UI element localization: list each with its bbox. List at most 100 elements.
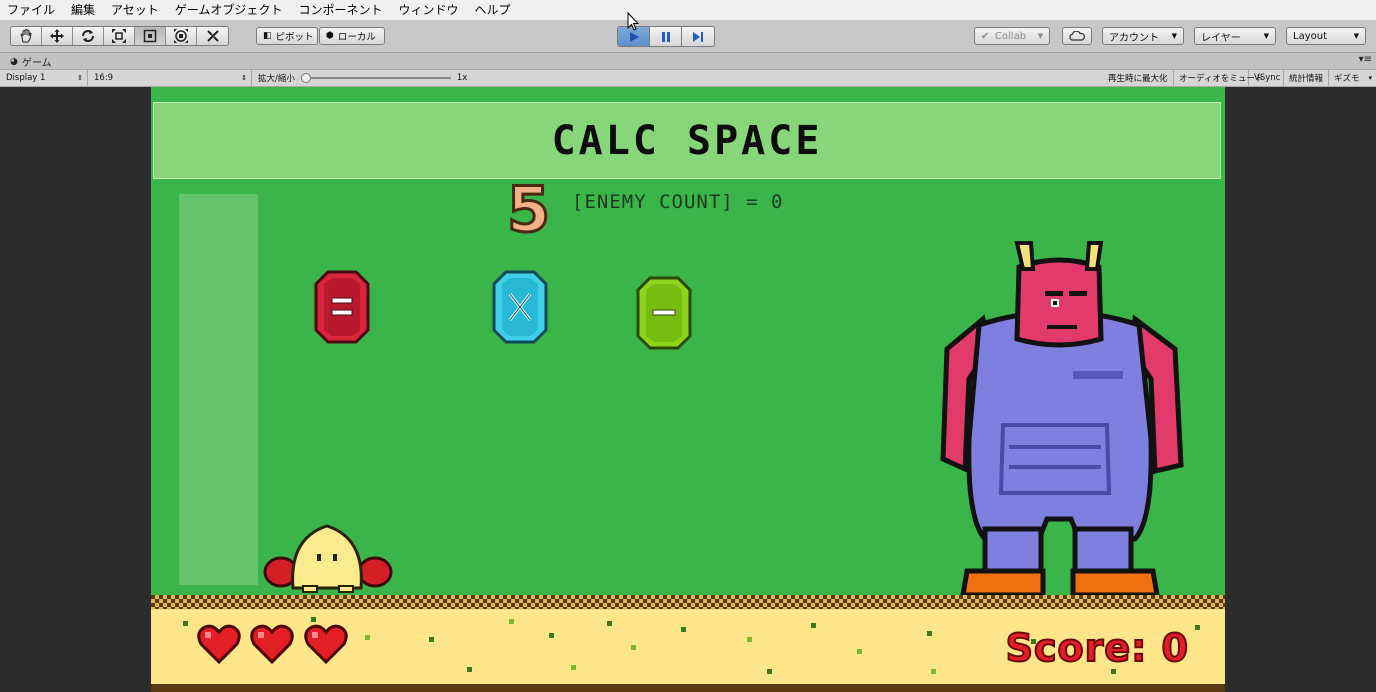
menu-edit[interactable]: 編集	[63, 0, 103, 20]
equals-gem[interactable]	[314, 270, 370, 344]
game-title: CALC SPACE	[551, 117, 823, 164]
chevron-down-icon: ▾	[1368, 74, 1372, 82]
layers-dropdown[interactable]: レイヤー ▼	[1194, 27, 1276, 45]
hand-icon	[20, 29, 32, 43]
scale-icon	[112, 29, 126, 43]
menu-file[interactable]: ファイル	[0, 0, 63, 20]
grass-speck	[1195, 625, 1200, 630]
grass-speck	[631, 645, 636, 650]
grass-speck	[311, 617, 316, 622]
menu-component[interactable]: コンポーネント	[290, 0, 390, 20]
enemy-count-label: [ENEMY COUNT] = 0	[572, 191, 784, 213]
mute-audio-toggle[interactable]: オーディオをミュート	[1175, 70, 1263, 86]
pause-button[interactable]	[650, 27, 682, 46]
multiply-gem[interactable]	[492, 270, 548, 344]
aspect-dropdown[interactable]: 16:9 ⇕	[90, 70, 252, 86]
transform-tools	[10, 26, 229, 46]
play-icon	[629, 31, 639, 42]
rect-icon	[143, 29, 157, 43]
score-label: Score: 0	[1005, 625, 1189, 671]
scale-value: 1x	[456, 73, 468, 83]
chevron-down-icon: ▼	[1263, 32, 1269, 40]
rotate-tool-button[interactable]	[73, 27, 104, 45]
menu-gameobject[interactable]: ゲームオブジェクト	[167, 0, 291, 20]
pivot-icon: ◧	[263, 31, 272, 41]
step-button[interactable]	[682, 27, 714, 46]
grass-speck	[607, 621, 612, 626]
collab-label: Collab	[994, 30, 1027, 42]
custom-tool-button[interactable]	[197, 27, 228, 45]
tab-game[interactable]: ◕ ゲーム	[10, 54, 52, 70]
collab-check-icon: ✔	[981, 30, 990, 42]
hand-tool-button[interactable]	[11, 27, 42, 45]
grass-speck	[365, 635, 370, 640]
menu-bar: ファイル 編集 アセット ゲームオブジェクト コンポーネント ウィンドウ ヘルプ	[0, 0, 1376, 20]
ground-edge	[151, 684, 1225, 692]
pivot-toggle[interactable]: ◧ ピボット	[256, 27, 318, 45]
grass-speck	[681, 627, 686, 632]
game-screen[interactable]: CALC SPACE 5 [ENEMY COUNT] = 0 Score: 0	[151, 87, 1225, 692]
game-tab-header: ◕ ゲーム ▾≡	[0, 53, 1376, 69]
vsync-toggle[interactable]: VSync	[1250, 70, 1284, 86]
chevron-down-icon: ▼	[1037, 32, 1043, 40]
transform-icon	[174, 29, 188, 43]
display-label: Display 1	[6, 73, 46, 83]
local-toggle[interactable]: ⬢ ローカル	[319, 27, 385, 45]
gizmos-dropdown[interactable]: ギズモ ▾	[1330, 70, 1376, 86]
transform-tool-button[interactable]	[166, 27, 197, 45]
grass-speck	[931, 669, 936, 674]
heart-icon	[250, 624, 294, 664]
move-tool-button[interactable]	[42, 27, 73, 45]
grass-speck	[549, 633, 554, 638]
account-label: アカウント	[1109, 32, 1159, 44]
target-number: 5	[505, 173, 551, 246]
rotate-icon	[82, 30, 94, 42]
maximize-on-play-toggle[interactable]: 再生時に最大化	[1104, 70, 1174, 86]
collab-dropdown[interactable]: ✔ Collab ▼	[974, 27, 1050, 45]
gizmos-label: ギズモ	[1334, 74, 1360, 84]
grass-speck	[767, 669, 772, 674]
game-view-toolbar: Display 1 ⇕ 16:9 ⇕ 拡大/縮小 1x 再生時に最大化 オーディ…	[0, 69, 1376, 87]
grass-speck	[571, 665, 576, 670]
heart-icon	[304, 624, 348, 664]
local-label: ローカル	[337, 32, 376, 43]
step-icon	[693, 31, 703, 42]
rect-tool-button[interactable]	[135, 27, 166, 45]
tab-menu-icon[interactable]: ▾≡	[1359, 54, 1372, 65]
minus-gem[interactable]	[636, 276, 692, 350]
grass-speck	[811, 623, 816, 628]
grass-speck	[927, 631, 932, 636]
pause-icon	[661, 31, 670, 42]
scale-slider[interactable]	[300, 73, 451, 83]
scale-label: 拡大/縮小	[258, 74, 295, 84]
grass-speck	[747, 637, 752, 642]
display-dropdown[interactable]: Display 1 ⇕	[2, 70, 88, 86]
pivot-label: ピボット	[275, 32, 314, 43]
title-banner: CALC SPACE	[153, 102, 1221, 179]
scale-slider-handle[interactable]	[300, 73, 311, 83]
ground-pattern	[151, 595, 1225, 609]
grass-speck	[183, 621, 188, 626]
scale-tool-button[interactable]	[104, 27, 135, 45]
layers-label: レイヤー	[1201, 32, 1241, 44]
menu-help[interactable]: ヘルプ	[466, 0, 518, 20]
cloud-button[interactable]	[1062, 27, 1092, 45]
aspect-label: 16:9	[94, 73, 114, 83]
chevron-down-icon: ▼	[1171, 32, 1177, 40]
cloud-icon	[1069, 31, 1085, 41]
game-viewport: CALC SPACE 5 [ENEMY COUNT] = 0 Score: 0	[0, 87, 1376, 692]
move-icon	[50, 29, 64, 43]
mouse-cursor-icon	[627, 12, 639, 31]
menu-window[interactable]: ウィンドウ	[390, 0, 466, 20]
pacman-icon: ◕	[10, 56, 18, 67]
updown-icon: ⇕	[77, 74, 83, 82]
stats-toggle[interactable]: 統計情報	[1285, 70, 1329, 86]
layout-dropdown[interactable]: Layout ▼	[1286, 27, 1366, 45]
local-icon: ⬢	[326, 31, 334, 41]
heart-icon	[197, 624, 241, 664]
menu-assets[interactable]: アセット	[103, 0, 167, 20]
account-dropdown[interactable]: アカウント ▼	[1102, 27, 1184, 45]
grass-speck	[509, 619, 514, 624]
side-panel	[179, 194, 258, 585]
scale-control: 拡大/縮小 1x	[254, 70, 474, 86]
